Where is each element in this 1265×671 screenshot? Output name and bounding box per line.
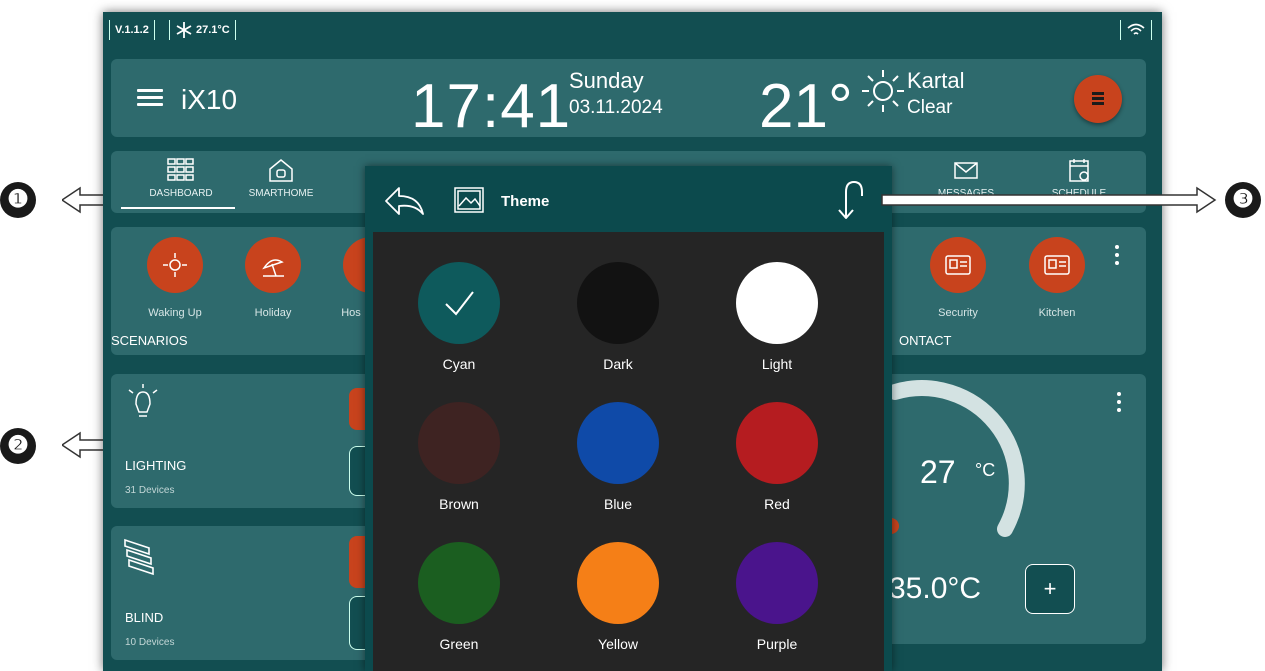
page: ❶ ❷ V.1.1.2 27.1°C iX10 17:41 Sunday 03.… <box>0 0 1265 671</box>
back-arrow-icon[interactable] <box>383 184 427 218</box>
blind-device-count: 10 Devices <box>125 637 175 648</box>
image-icon <box>454 187 484 213</box>
scenario-label: Holiday <box>254 307 292 319</box>
wifi-status <box>1120 20 1152 40</box>
lighting-device-count: 31 Devices <box>125 485 175 496</box>
device-screen: V.1.1.2 27.1°C iX10 17:41 Sunday 03.11.2… <box>103 12 1162 671</box>
tab-active-indicator <box>121 207 235 209</box>
tab-smarthome-label: SMARTHOME <box>248 188 314 199</box>
theme-options-panel: Cyan Dark Light Brown Blue Red Green Yel… <box>373 232 884 671</box>
theme-dialog: Theme Cyan Dark Light Brown Blue Red Gre… <box>365 166 892 671</box>
id-card-icon <box>945 255 971 275</box>
theme-swatch-brown[interactable] <box>418 402 500 484</box>
version-label: V.1.1.2 <box>109 20 155 40</box>
status-temperature: 27.1°C <box>169 20 236 40</box>
blind-card[interactable]: BLIND 10 Devices <box>111 526 373 660</box>
theme-swatch-cyan[interactable] <box>418 262 500 344</box>
theme-label-light: Light <box>761 356 793 372</box>
grid-icon <box>167 158 194 181</box>
theme-label-brown: Brown <box>439 496 479 512</box>
theme-swatch-green[interactable] <box>418 542 500 624</box>
status-bar: V.1.1.2 27.1°C <box>103 12 1162 48</box>
theme-label-red: Red <box>764 496 790 512</box>
header-card: iX10 17:41 Sunday 03.11.2024 21° Kartal … <box>111 59 1146 141</box>
scenario-kitchen-button[interactable] <box>1029 237 1085 293</box>
callout-3-arrow <box>881 186 1217 214</box>
more-menu-icon[interactable] <box>1117 392 1121 416</box>
lighting-card[interactable]: LIGHTING 31 Devices <box>111 374 373 508</box>
scenario-holiday-button[interactable] <box>245 237 301 293</box>
lightbulb-icon <box>128 384 158 417</box>
blind-icon <box>124 538 154 576</box>
clock-date: 03.11.2024 <box>569 97 663 118</box>
scenario-security-button[interactable] <box>930 237 986 293</box>
app-name: iX10 <box>181 84 238 115</box>
theme-swatch-purple[interactable] <box>736 542 818 624</box>
thermostat-setpoint: 35.0°C <box>889 572 982 605</box>
callout-2: ❷ <box>0 428 36 464</box>
contact-title: ONTACT <box>899 333 952 348</box>
clock-day: Sunday <box>569 68 644 93</box>
envelope-icon <box>954 162 978 179</box>
thermostat-card: 27 °C 35.0°C + <box>885 374 1146 644</box>
wifi-icon <box>1127 23 1145 35</box>
blind-title: BLIND <box>125 610 164 625</box>
theme-swatch-red[interactable] <box>736 402 818 484</box>
menu-icon[interactable] <box>137 89 163 107</box>
theme-swatch-blue[interactable] <box>577 402 659 484</box>
tab-dashboard-label: DASHBOARD <box>149 188 213 199</box>
more-menu-icon[interactable] <box>1115 245 1119 269</box>
undo-icon[interactable] <box>835 178 867 222</box>
increase-temperature-button[interactable]: + <box>1025 564 1075 614</box>
theme-label-purple: Purple <box>756 636 798 652</box>
weather-temp: 21° <box>759 72 853 141</box>
id-card-icon <box>1044 255 1070 275</box>
theme-label-dark: Dark <box>603 356 633 372</box>
theme-title: Theme <box>501 193 550 210</box>
thermostat-current: 27 <box>920 454 956 490</box>
theme-label-yellow: Yellow <box>598 636 638 652</box>
scenario-label: Security <box>938 307 978 319</box>
scenarios-title: SCENARIOS <box>111 333 188 348</box>
theme-swatch-dark[interactable] <box>577 262 659 344</box>
theme-label-cyan: Cyan <box>442 356 476 372</box>
thermostat-unit: °C <box>975 460 996 480</box>
callout-3: ❸ <box>1225 182 1261 218</box>
scenario-label: Kitchen <box>1038 307 1076 319</box>
sunrise-icon <box>163 253 187 277</box>
list-icon <box>1092 92 1104 105</box>
sun-icon <box>862 70 904 112</box>
theme-label-blue: Blue <box>603 496 633 512</box>
callout-1: ❶ <box>0 182 36 218</box>
theme-swatch-yellow[interactable] <box>577 542 659 624</box>
theme-swatch-light[interactable] <box>736 262 818 344</box>
lighting-title: LIGHTING <box>125 458 187 473</box>
tab-smarthome[interactable]: SMARTHOME <box>241 157 321 199</box>
calendar-icon <box>1069 159 1089 182</box>
weather-condition: Clear <box>907 97 953 118</box>
header-menu-button[interactable] <box>1074 75 1122 123</box>
scenario-waking-up-button[interactable] <box>147 237 203 293</box>
status-temp-text: 27.1°C <box>196 24 230 36</box>
clock-time: 17:41 <box>411 72 572 141</box>
beach-icon <box>262 259 284 277</box>
weather-location: Kartal <box>907 68 965 93</box>
home-icon <box>269 159 293 182</box>
theme-label-green: Green <box>439 636 479 652</box>
tab-dashboard[interactable]: DASHBOARD <box>121 157 235 209</box>
scenario-label: Waking Up <box>148 307 202 319</box>
checkmark-icon <box>445 291 474 316</box>
snowflake-icon <box>176 22 192 38</box>
